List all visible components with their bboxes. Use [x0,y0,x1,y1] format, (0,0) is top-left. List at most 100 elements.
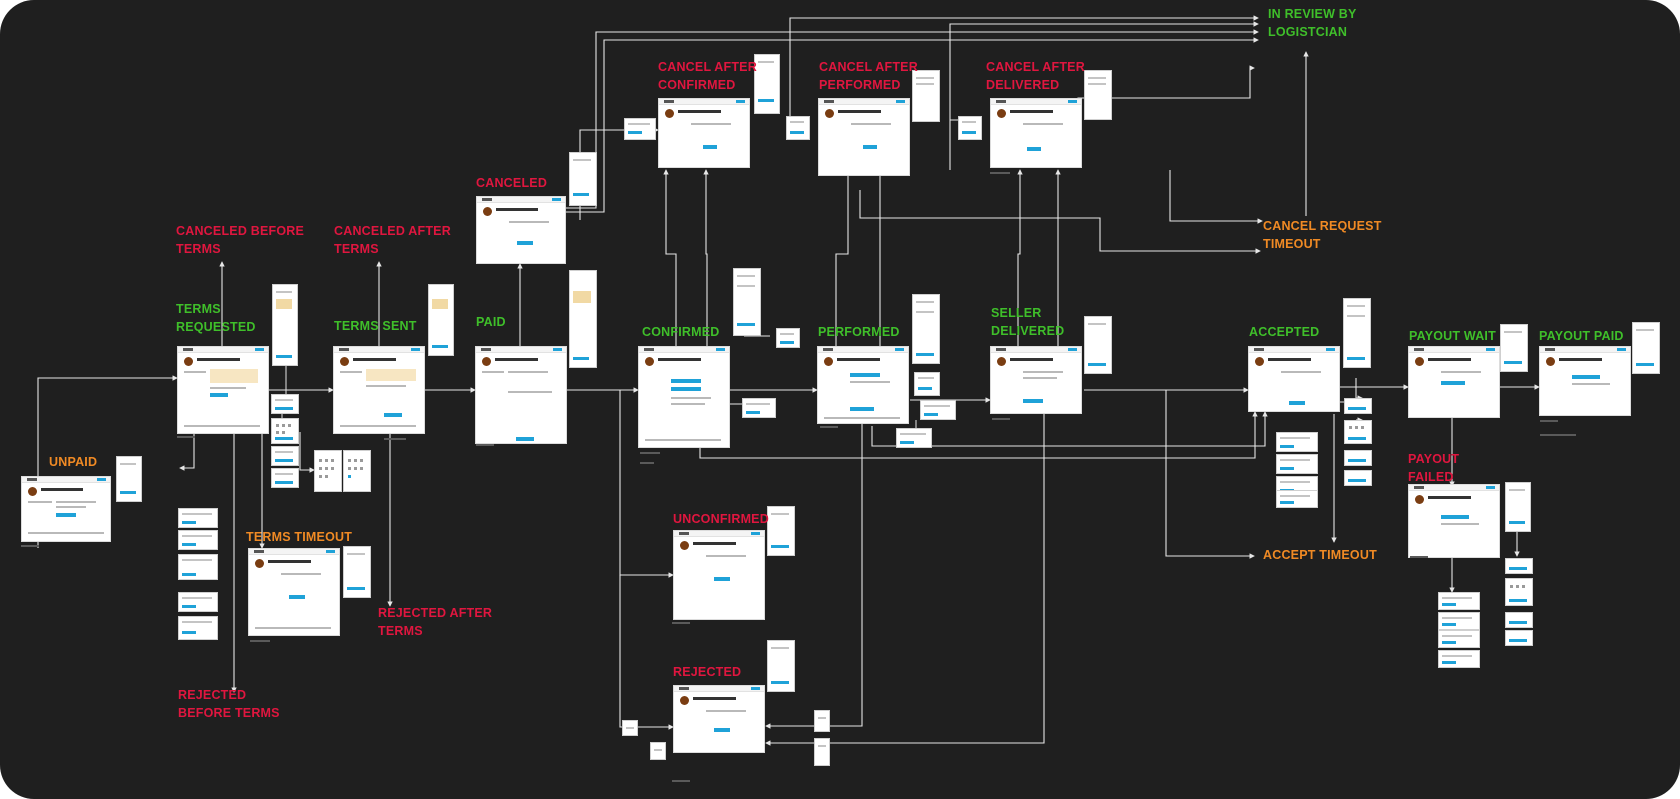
dialog-card [1438,612,1480,630]
screen-rejected [673,685,765,753]
caption-line [992,418,1010,420]
screen-canceled [476,196,566,264]
caption-line [672,622,690,624]
dialog-card [776,328,800,348]
calendar-card [314,450,342,492]
caption-line [640,462,654,464]
caption-line [1540,420,1558,422]
dialog-card [742,398,776,418]
caption-line [1410,556,1428,558]
state-cancel-after-performed: CANCEL AFTER PERFORMED [819,60,918,92]
caption-line [990,172,1010,174]
screen-payout-failed [1408,484,1500,558]
calendar-card [271,418,299,444]
screen-performed [817,346,909,424]
caption-line [250,640,270,642]
calendar-card [343,450,371,492]
dialog-card [958,116,982,140]
dialog-card [178,508,218,528]
caption-line [476,444,494,446]
screen-payout-wait [1408,346,1500,418]
screen-paid [475,346,567,444]
screen-cancel-after-delivered [990,98,1082,168]
calendar-card [1344,420,1372,444]
dialog-card [896,428,932,448]
mobile-card [733,268,761,336]
screen-cancel-after-confirmed [658,98,750,168]
dialog-card [920,400,956,420]
screen-terms-requested [177,346,269,434]
dialog-card [1505,612,1533,628]
state-accept-timeout: ACCEPT TIMEOUT [1263,548,1377,562]
calendar-card [1505,578,1533,606]
state-terms-timeout: TERMS TIMEOUT [246,530,353,544]
screen-terms-sent [333,346,425,434]
dialog-card [271,468,299,488]
state-canceled: CANCELED [476,176,548,190]
dialog-card [271,394,299,414]
state-paid: PAID [476,315,506,329]
mobile-card [1343,298,1371,368]
screen-payout-paid [1539,346,1631,416]
dialog-card [271,446,299,466]
caption-line [177,436,195,438]
state-seller-delivered: SELLER DELIVERED [991,306,1065,338]
mobile-card [767,640,795,692]
state-in-review-by-logistician: IN REVIEW BY LOGISTCIAN [1268,7,1357,39]
screen-seller-delivered [990,346,1082,414]
dialog-card [1344,470,1372,486]
dialog-card [814,710,830,732]
mobile-card [569,270,597,368]
dialog-card [1438,650,1480,668]
dialog-card [914,372,940,396]
mobile-card [1505,482,1531,532]
dialog-card [814,738,830,766]
state-unpaid: UNPAID [49,455,98,469]
caption-line [1540,434,1576,436]
diagram-canvas: UNPAID TERMS REQUESTED TERMS SENT TERMS … [0,0,1680,799]
state-rejected-after-terms: REJECTED AFTER TERMS [378,606,493,638]
caption-line [384,438,406,440]
screen-unconfirmed [673,530,765,620]
dialog-card [178,616,218,640]
dialog-card [650,742,666,760]
screen-confirmed [638,346,730,448]
state-performed: PERFORMED [818,325,900,339]
state-confirmed: CONFIRMED [642,325,720,339]
dialog-card [1438,630,1480,648]
dialog-card [1276,490,1318,508]
mobile-card [116,456,142,502]
mobile-card [1084,70,1112,120]
dialog-card [178,554,218,580]
dialog-card [1344,398,1372,414]
state-canceled-after-terms: CANCELED AFTER TERMS [334,224,451,256]
caption-line [21,545,39,547]
mobile-card [272,284,298,366]
dialog-card [622,720,638,736]
caption-line [820,426,838,428]
screen-terms-timeout [248,548,340,636]
dialog-card [786,116,810,140]
mobile-card [1500,324,1528,372]
state-canceled-before-terms: CANCELED BEFORE TERMS [176,224,305,256]
state-unconfirmed: UNCONFIRMED [673,512,769,526]
mobile-card [343,546,371,598]
mobile-card [1632,322,1660,374]
mobile-card [569,152,597,206]
state-cancel-request-timeout: CANCEL REQUEST TIMEOUT [1263,219,1382,251]
mobile-card [767,506,795,556]
mobile-card [754,54,780,114]
state-cancel-after-confirmed: CANCEL AFTER CONFIRMED [658,60,757,92]
mobile-card [1084,316,1112,374]
state-payout-paid: PAYOUT PAID [1539,329,1624,343]
state-accepted: ACCEPTED [1249,325,1320,339]
state-rejected: REJECTED [673,665,742,679]
dialog-card [1276,432,1318,452]
screen-unpaid [21,476,111,542]
dialog-card [1505,630,1533,646]
state-cancel-after-delivered: CANCEL AFTER DELIVERED [986,60,1085,92]
screen-accepted [1248,346,1340,412]
state-terms-sent: TERMS SENT [334,319,417,333]
state-payout-failed: PAYOUT FAILED [1408,452,1460,484]
dialog-card [178,530,218,550]
